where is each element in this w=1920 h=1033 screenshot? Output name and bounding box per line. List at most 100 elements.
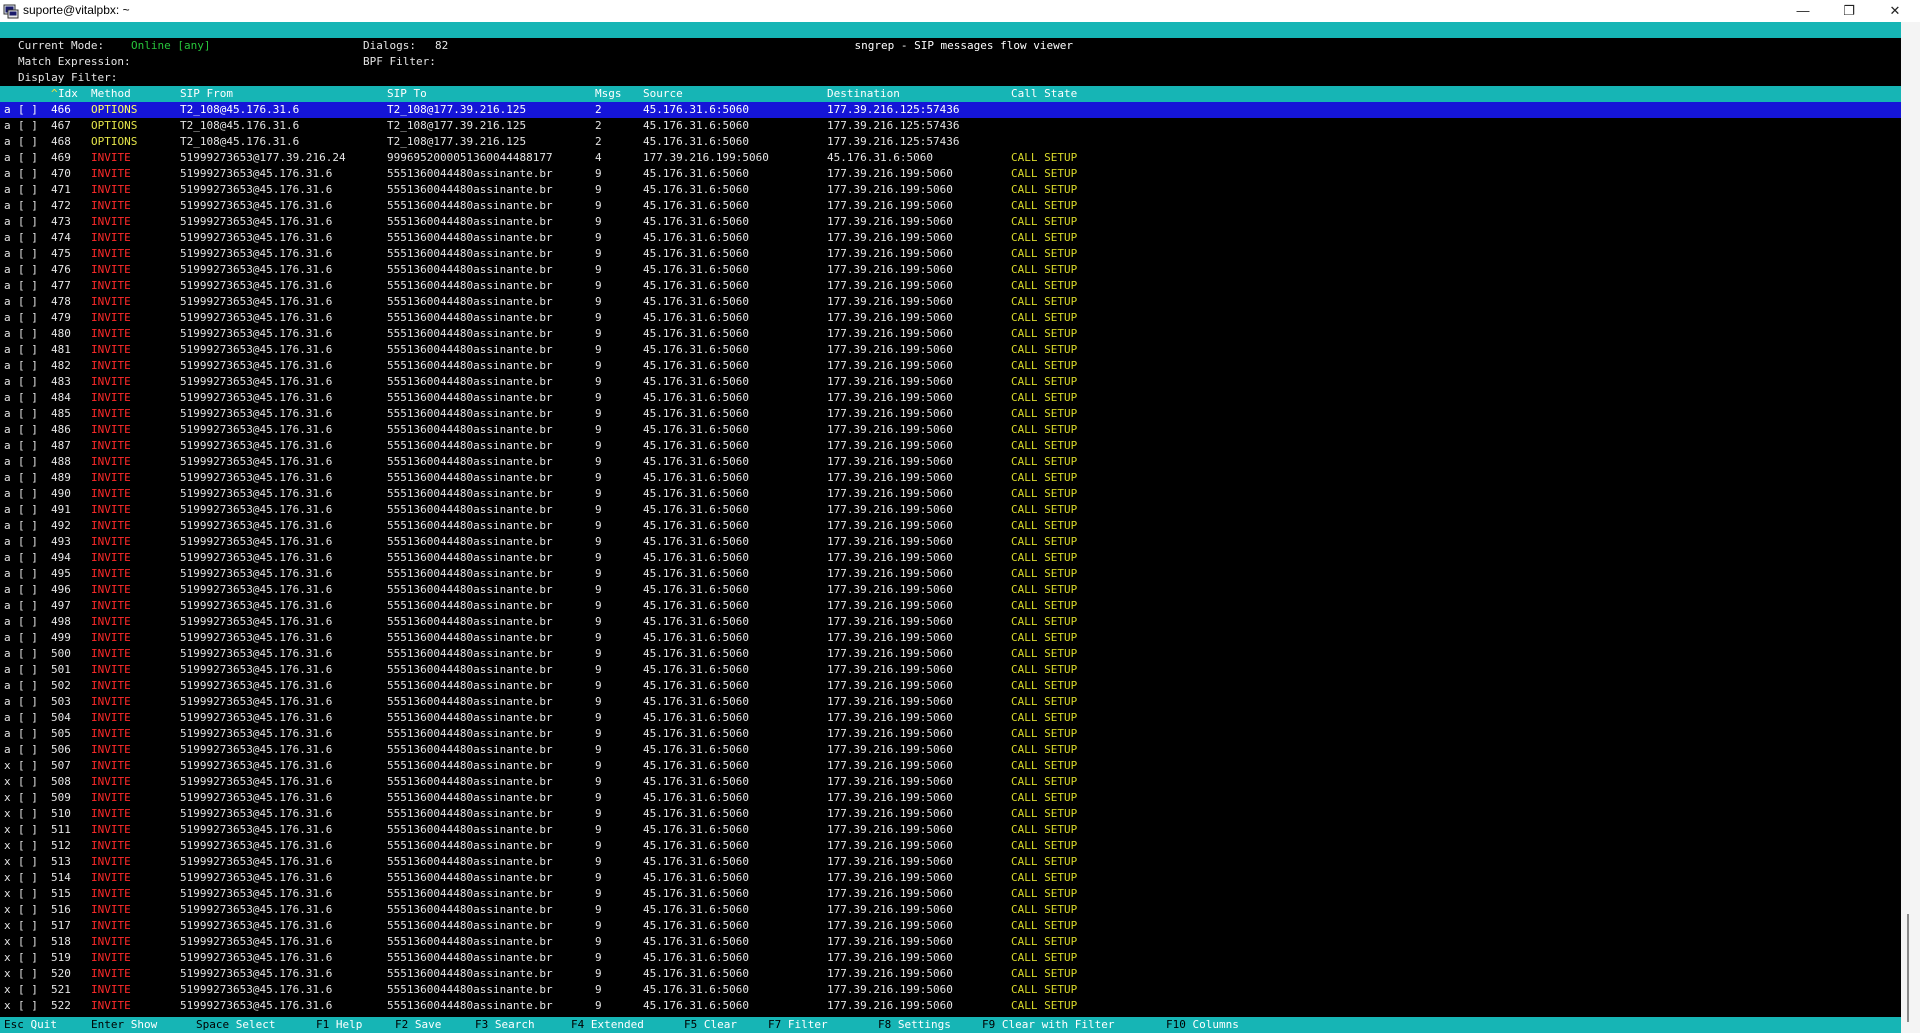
shortcut-f1[interactable]: F1 Help [316, 1017, 362, 1033]
call-checkbox[interactable]: [ ] [18, 406, 38, 422]
call-row[interactable]: a [ ] 504 INVITE 51999273653@45.176.31.6 5551… [0, 710, 1901, 726]
call-checkbox[interactable]: [ ] [18, 454, 38, 470]
call-checkbox[interactable]: [ ] [18, 998, 38, 1014]
call-row[interactable]: a [ ] 482 INVITE 51999273653@45.176.31.6 5551… [0, 358, 1901, 374]
call-row[interactable]: a [ ] 498 INVITE 51999273653@45.176.31.6 5551… [0, 614, 1901, 630]
call-checkbox[interactable]: [ ] [18, 310, 38, 326]
call-checkbox[interactable]: [ ] [18, 502, 38, 518]
shortcut-esc[interactable]: Esc Quit [4, 1017, 57, 1033]
terminal-screen[interactable]: sngrep - SIP messages flow viewer Curren… [0, 22, 1901, 1033]
column-source[interactable]: Source [643, 86, 683, 102]
call-checkbox[interactable]: [ ] [18, 822, 38, 838]
call-checkbox[interactable]: [ ] [18, 694, 38, 710]
call-checkbox[interactable]: [ ] [18, 294, 38, 310]
call-checkbox[interactable]: [ ] [18, 246, 38, 262]
call-checkbox[interactable]: [ ] [18, 134, 38, 150]
shortcut-f9[interactable]: F9 Clear with Filter [982, 1017, 1114, 1033]
call-row[interactable]: a [ ] 481 INVITE 51999273653@45.176.31.6 5551… [0, 342, 1901, 358]
call-checkbox[interactable]: [ ] [18, 550, 38, 566]
call-checkbox[interactable]: [ ] [18, 614, 38, 630]
call-checkbox[interactable]: [ ] [18, 150, 38, 166]
call-checkbox[interactable]: [ ] [18, 710, 38, 726]
call-row[interactable]: a [ ] 503 INVITE 51999273653@45.176.31.6 5551… [0, 694, 1901, 710]
call-checkbox[interactable]: [ ] [18, 534, 38, 550]
call-row[interactable]: a [ ] 477 INVITE 51999273653@45.176.31.6 5551… [0, 278, 1901, 294]
call-checkbox[interactable]: [ ] [18, 358, 38, 374]
call-row[interactable]: a [ ] 484 INVITE 51999273653@45.176.31.6 5551… [0, 390, 1901, 406]
call-row[interactable]: a [ ] 489 INVITE 51999273653@45.176.31.6 5551… [0, 470, 1901, 486]
call-row[interactable]: a [ ] 475 INVITE 51999273653@45.176.31.6 5551… [0, 246, 1901, 262]
call-row[interactable]: x [ ] 511 INVITE 51999273653@45.176.31.6 5551… [0, 822, 1901, 838]
call-checkbox[interactable]: [ ] [18, 726, 38, 742]
call-checkbox[interactable]: [ ] [18, 854, 38, 870]
column-destination[interactable]: Destination [827, 86, 900, 102]
call-row[interactable]: a [ ] 497 INVITE 51999273653@45.176.31.6 5551… [0, 598, 1901, 614]
call-row[interactable]: x [ ] 507 INVITE 51999273653@45.176.31.6 5551… [0, 758, 1901, 774]
column-idx[interactable]: Idx [58, 86, 78, 102]
call-row[interactable]: a [ ] 499 INVITE 51999273653@45.176.31.6 5551… [0, 630, 1901, 646]
column-msgs[interactable]: Msgs [595, 86, 622, 102]
call-row[interactable]: a [ ] 479 INVITE 51999273653@45.176.31.6 5551… [0, 310, 1901, 326]
call-row[interactable]: x [ ] 508 INVITE 51999273653@45.176.31.6 5551… [0, 774, 1901, 790]
minimize-button[interactable]: — [1780, 0, 1826, 22]
call-checkbox[interactable]: [ ] [18, 902, 38, 918]
shortcut-f10[interactable]: F10 Columns [1166, 1017, 1239, 1033]
call-checkbox[interactable]: [ ] [18, 342, 38, 358]
call-checkbox[interactable]: [ ] [18, 934, 38, 950]
call-checkbox[interactable]: [ ] [18, 438, 38, 454]
call-row[interactable]: a [ ] 483 INVITE 51999273653@45.176.31.6 5551… [0, 374, 1901, 390]
call-row[interactable]: x [ ] 521 INVITE 51999273653@45.176.31.6 5551… [0, 982, 1901, 998]
call-checkbox[interactable]: [ ] [18, 838, 38, 854]
call-row[interactable]: a [ ] 496 INVITE 51999273653@45.176.31.6 5551… [0, 582, 1901, 598]
call-row[interactable]: a [ ] 487 INVITE 51999273653@45.176.31.6 5551… [0, 438, 1901, 454]
call-checkbox[interactable]: [ ] [18, 678, 38, 694]
call-row[interactable]: x [ ] 512 INVITE 51999273653@45.176.31.6 5551… [0, 838, 1901, 854]
scrollbar-thumb[interactable] [1907, 914, 1909, 1022]
shortcut-enter[interactable]: Enter Show [91, 1017, 157, 1033]
call-checkbox[interactable]: [ ] [18, 742, 38, 758]
maximize-button[interactable]: ❐ [1826, 0, 1872, 22]
call-row[interactable]: a [ ] 478 INVITE 51999273653@45.176.31.6 5551… [0, 294, 1901, 310]
column-method[interactable]: Method [91, 86, 131, 102]
call-checkbox[interactable]: [ ] [18, 662, 38, 678]
call-checkbox[interactable]: [ ] [18, 566, 38, 582]
call-checkbox[interactable]: [ ] [18, 166, 38, 182]
call-checkbox[interactable]: [ ] [18, 214, 38, 230]
shortcut-space[interactable]: Space Select [196, 1017, 276, 1033]
call-row[interactable]: a [ ] 490 INVITE 51999273653@45.176.31.6 5551… [0, 486, 1901, 502]
call-row[interactable]: a [ ] 480 INVITE 51999273653@45.176.31.6 5551… [0, 326, 1901, 342]
call-row[interactable]: a [ ] 466 OPTIONS T2_108@45.176.31.6 T2_108@1… [0, 102, 1901, 118]
call-checkbox[interactable]: [ ] [18, 262, 38, 278]
call-row[interactable]: a [ ] 495 INVITE 51999273653@45.176.31.6 5551… [0, 566, 1901, 582]
call-checkbox[interactable]: [ ] [18, 806, 38, 822]
column-sip-to[interactable]: SIP To [387, 86, 427, 102]
call-checkbox[interactable]: [ ] [18, 582, 38, 598]
shortcut-f2[interactable]: F2 Save [395, 1017, 441, 1033]
call-checkbox[interactable]: [ ] [18, 790, 38, 806]
call-row[interactable]: a [ ] 485 INVITE 51999273653@45.176.31.6 5551… [0, 406, 1901, 422]
call-row[interactable]: x [ ] 516 INVITE 51999273653@45.176.31.6 5551… [0, 902, 1901, 918]
call-checkbox[interactable]: [ ] [18, 950, 38, 966]
shortcut-f7[interactable]: F7 Filter [768, 1017, 828, 1033]
column-sip-from[interactable]: SIP From [180, 86, 233, 102]
call-checkbox[interactable]: [ ] [18, 390, 38, 406]
shortcut-f3[interactable]: F3 Search [475, 1017, 535, 1033]
call-row[interactable]: a [ ] 476 INVITE 51999273653@45.176.31.6 5551… [0, 262, 1901, 278]
call-checkbox[interactable]: [ ] [18, 646, 38, 662]
call-checkbox[interactable]: [ ] [18, 486, 38, 502]
call-row[interactable]: a [ ] 491 INVITE 51999273653@45.176.31.6 5551… [0, 502, 1901, 518]
call-row[interactable]: a [ ] 474 INVITE 51999273653@45.176.31.6 5551… [0, 230, 1901, 246]
call-row[interactable]: x [ ] 513 INVITE 51999273653@45.176.31.6 5551… [0, 854, 1901, 870]
call-checkbox[interactable]: [ ] [18, 374, 38, 390]
call-checkbox[interactable]: [ ] [18, 918, 38, 934]
call-row[interactable]: a [ ] 486 INVITE 51999273653@45.176.31.6 5551… [0, 422, 1901, 438]
call-checkbox[interactable]: [ ] [18, 118, 38, 134]
call-row[interactable]: x [ ] 519 INVITE 51999273653@45.176.31.6 5551… [0, 950, 1901, 966]
call-row[interactable]: x [ ] 515 INVITE 51999273653@45.176.31.6 5551… [0, 886, 1901, 902]
call-row[interactable]: a [ ] 473 INVITE 51999273653@45.176.31.6 5551… [0, 214, 1901, 230]
call-checkbox[interactable]: [ ] [18, 870, 38, 886]
call-row[interactable]: x [ ] 518 INVITE 51999273653@45.176.31.6 5551… [0, 934, 1901, 950]
shortcut-f4[interactable]: F4 Extended [571, 1017, 644, 1033]
call-row[interactable]: x [ ] 510 INVITE 51999273653@45.176.31.6 5551… [0, 806, 1901, 822]
call-checkbox[interactable]: [ ] [18, 774, 38, 790]
